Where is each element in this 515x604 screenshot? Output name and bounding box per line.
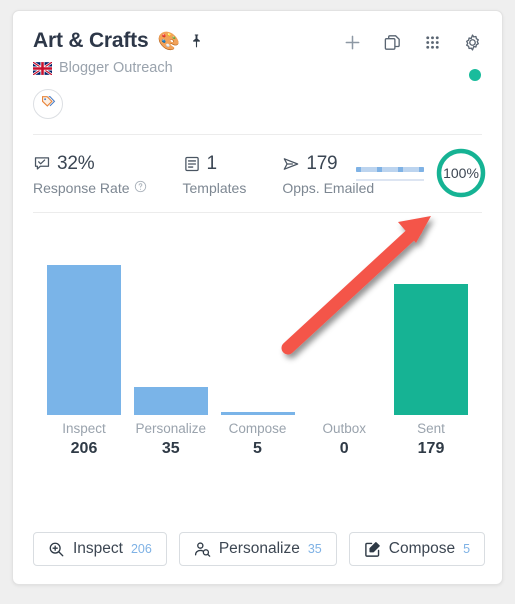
page-title: Art & Crafts xyxy=(33,29,149,52)
campaign-card: Art & Crafts 🎨 Blogger Outreach 32% Resp… xyxy=(12,10,503,585)
pencil-square-icon xyxy=(364,541,381,558)
sparkline-tick xyxy=(377,167,382,172)
chart-value-label: 179 xyxy=(417,440,445,457)
magnify-plus-icon xyxy=(48,541,65,558)
person-search-icon xyxy=(194,541,211,558)
sparkline-tick xyxy=(356,167,361,172)
sparkline-baseline xyxy=(356,179,424,181)
palette-icon: 🎨 xyxy=(157,31,180,51)
template-icon xyxy=(183,155,201,173)
stat-label: Response Rate xyxy=(33,180,147,196)
chart-column-outbox[interactable]: Outbox 0 xyxy=(307,230,381,458)
progress-ring-value: 100% xyxy=(443,165,479,181)
tags-button[interactable] xyxy=(33,89,63,119)
stat-value-row: 1 xyxy=(183,153,247,175)
campaign-subtitle: Blogger Outreach xyxy=(59,60,173,76)
grid-icon[interactable] xyxy=(423,33,442,52)
chart-category-label: Sent xyxy=(417,421,445,436)
chart-column-sent[interactable]: Sent 179 xyxy=(394,230,468,458)
uk-flag-icon xyxy=(32,60,53,76)
bar-area xyxy=(220,230,295,415)
personalize-button-label: Personalize xyxy=(218,540,300,557)
inspect-button[interactable]: Inspect 206 xyxy=(33,532,167,566)
personalize-button[interactable]: Personalize 35 xyxy=(178,532,337,566)
progress-ring: 100% xyxy=(435,147,487,199)
stat-value: 1 xyxy=(206,153,218,174)
chart-bar[interactable] xyxy=(394,284,468,415)
question-circle-icon[interactable] xyxy=(134,180,147,196)
personalize-button-count: 35 xyxy=(307,542,322,556)
chart-column-personalize[interactable]: Personalize 35 xyxy=(133,230,208,458)
stat-label-text: Opps. Emailed xyxy=(282,180,375,196)
card-header: Art & Crafts 🎨 Blogger Outreach xyxy=(13,11,502,119)
stat-label-text: Response Rate xyxy=(33,180,130,196)
funnel-chart: Inspect 206 Personalize 35 Compose 5 Out… xyxy=(13,213,502,463)
chart-bar[interactable] xyxy=(47,265,121,415)
progress-sparkline xyxy=(356,167,424,181)
pin-icon[interactable] xyxy=(189,33,204,49)
bar-area xyxy=(133,230,208,415)
stat-value-row: 32% xyxy=(33,153,147,175)
sparkline-tick xyxy=(398,167,403,172)
stat-templates: 1 Templates xyxy=(183,153,247,196)
bar-area xyxy=(307,230,381,415)
chart-value-label: 5 xyxy=(253,440,262,457)
chart-value-label: 35 xyxy=(161,440,180,457)
stat-label-text: Templates xyxy=(182,180,247,196)
compose-button-count: 5 xyxy=(463,542,471,556)
sparkline-tick xyxy=(419,167,424,172)
sparkline-bar xyxy=(356,167,424,172)
chart-column-compose[interactable]: Compose 5 xyxy=(220,230,295,458)
comment-check-icon xyxy=(33,155,51,173)
chart-value-label: 0 xyxy=(339,440,349,457)
stats-row: 32% Response Rate 1 Templates 179 Opps. … xyxy=(13,135,502,212)
chart-bar[interactable] xyxy=(220,412,295,415)
chart-category-label: Inspect xyxy=(62,421,106,436)
stat-label: Templates xyxy=(183,180,247,196)
bar-area xyxy=(394,230,468,415)
compose-button-label: Compose xyxy=(388,540,456,557)
stat-value: 179 xyxy=(306,153,338,174)
send-icon xyxy=(282,155,300,173)
tags-icon xyxy=(40,93,57,115)
stat-label: Opps. Emailed xyxy=(282,180,374,196)
chart-bar[interactable] xyxy=(133,387,208,415)
bar-area xyxy=(47,230,121,415)
stat-response-rate: 32% Response Rate xyxy=(33,153,147,196)
footer-actions: Inspect 206 Personalize 35 Compose 5 xyxy=(13,532,502,566)
copy-icon[interactable] xyxy=(383,33,402,52)
inspect-button-count: 206 xyxy=(130,542,152,556)
chart-category-label: Personalize xyxy=(135,421,207,436)
gear-icon[interactable] xyxy=(463,33,482,52)
inspect-button-label: Inspect xyxy=(73,540,123,557)
compose-button[interactable]: Compose 5 xyxy=(348,532,486,566)
stat-value: 32% xyxy=(57,153,95,174)
chart-category-label: Compose xyxy=(228,421,287,436)
chart-value-label: 206 xyxy=(70,440,98,457)
plus-icon[interactable] xyxy=(343,33,362,52)
header-actions xyxy=(343,33,482,52)
chart-column-inspect[interactable]: Inspect 206 xyxy=(47,230,121,458)
status-badge xyxy=(469,69,481,81)
chart-bars: Inspect 206 Personalize 35 Compose 5 Out… xyxy=(33,213,482,458)
subtitle-row: Blogger Outreach xyxy=(32,60,482,76)
chart-category-label: Outbox xyxy=(322,421,367,436)
